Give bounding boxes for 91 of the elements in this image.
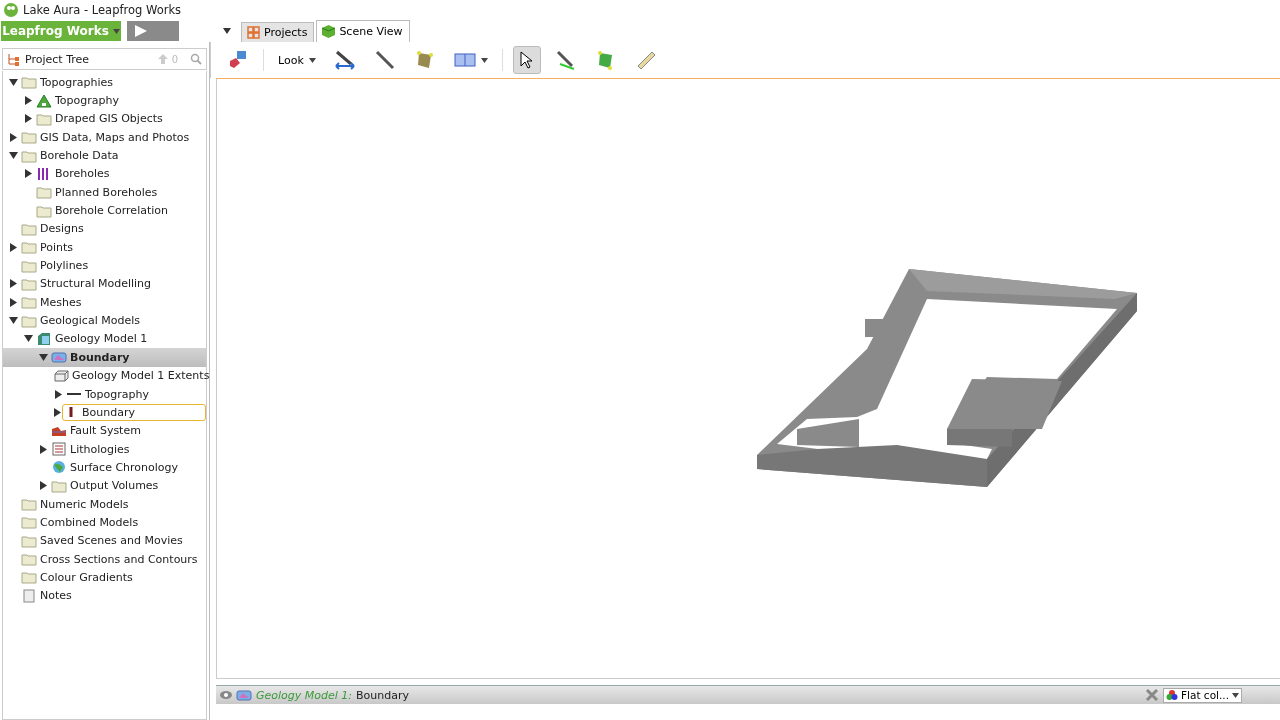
grid-icon: [247, 26, 260, 39]
slicer-icon: [333, 49, 356, 71]
tree-item[interactable]: Planned Boreholes: [35, 183, 163, 201]
cube-icon: [322, 25, 336, 38]
frog-logo-icon: [4, 3, 18, 17]
tree-item[interactable]: Topography: [65, 385, 154, 403]
expand-arrow-icon[interactable]: [24, 169, 33, 179]
selected-row[interactable]: Boundary: [3, 348, 206, 367]
folder-icon: [21, 130, 37, 145]
extents-icon: [53, 368, 69, 383]
folder-icon: [21, 497, 37, 512]
tree-icon: [7, 52, 21, 66]
caret-icon: [1232, 692, 1239, 698]
tree-item[interactable]: Surface Chronology: [50, 458, 184, 476]
tree-item[interactable]: GIS Data, Maps and Photos: [20, 128, 195, 146]
tree-item[interactable]: Borehole Data: [20, 147, 124, 165]
caret-icon: [308, 57, 316, 63]
tree-item[interactable]: Combined Models: [20, 513, 144, 531]
collapse-arrow-icon[interactable]: [9, 151, 18, 161]
tree-item[interactable]: Notes: [20, 587, 77, 605]
tree-item[interactable]: Meshes: [20, 293, 87, 311]
folder-icon: [21, 313, 37, 328]
caret-icon: [480, 57, 488, 63]
export-icon: [227, 49, 249, 71]
globe-icon: [51, 460, 67, 475]
tree-item[interactable]: Draped GIS Objects: [35, 110, 168, 128]
folder-icon: [21, 533, 37, 548]
tree-item[interactable]: Numeric Models: [20, 495, 134, 513]
tree-item[interactable]: Geology Model 1: [35, 330, 153, 348]
tree-item[interactable]: Designs: [20, 220, 89, 238]
boundary-icon: [51, 350, 67, 365]
expand-arrow-icon[interactable]: [9, 242, 18, 252]
tree-item[interactable]: Saved Scenes and Movies: [20, 532, 188, 550]
tab[interactable]: Scene View: [316, 20, 410, 42]
mountain-icon: [36, 93, 52, 108]
expand-arrow-icon[interactable]: [39, 481, 48, 491]
tab[interactable]: Projects: [241, 22, 315, 42]
tree-item[interactable]: Boreholes: [35, 165, 115, 183]
boundary-icon: [236, 688, 252, 702]
tree-item[interactable]: Geology Model 1 Extents: [52, 367, 215, 385]
tree-item[interactable]: Cross Sections and Contours: [20, 550, 203, 568]
folder-icon: [21, 570, 37, 585]
knife-icon: [373, 49, 396, 71]
tree-item[interactable]: Boundary: [50, 348, 135, 366]
cursor-icon: [519, 51, 534, 69]
folder-icon: [21, 75, 37, 90]
count-label: 0: [171, 53, 178, 65]
folder-icon: [21, 240, 37, 255]
expand-arrow-icon[interactable]: [39, 444, 48, 454]
list-icon: [51, 442, 67, 457]
object-name: Boundary: [356, 688, 411, 702]
folder-icon: [21, 276, 37, 291]
folder-icon: [21, 221, 37, 236]
split-view-icon: [453, 52, 476, 68]
eye-icon[interactable]: [220, 691, 232, 699]
tree-item[interactable]: Structural Modelling: [20, 275, 157, 293]
look-button[interactable]: Look: [274, 46, 320, 74]
folder-icon: [21, 515, 37, 530]
colour-mode-dropdown[interactable]: Flat col...: [1163, 687, 1242, 703]
tree-item[interactable]: Topography: [35, 92, 124, 109]
folder-icon: [51, 478, 67, 493]
close-icon[interactable]: [1145, 688, 1159, 702]
folder-icon: [36, 111, 52, 126]
folder-icon: [21, 552, 37, 567]
colour-circles-icon: [1166, 689, 1178, 701]
collapse-arrow-icon[interactable]: [9, 77, 18, 87]
tree-item[interactable]: Geological Models: [20, 312, 145, 330]
play-button[interactable]: [127, 21, 179, 41]
pen-line-icon: [554, 49, 577, 71]
tree-item[interactable]: Polylines: [20, 257, 94, 275]
folder-icon: [21, 295, 37, 310]
window-title: Lake Aura - Leapfrog Works: [23, 3, 182, 17]
tree-item[interactable]: Points: [20, 238, 79, 256]
folder-icon: [36, 203, 52, 218]
folder-icon: [21, 258, 37, 273]
dropdown-arrow-icon[interactable]: [223, 28, 231, 34]
notes-icon: [21, 588, 37, 603]
folder-icon: [36, 185, 52, 200]
tree-item[interactable]: Colour Gradients: [20, 568, 138, 586]
tree-item[interactable]: Boundary: [62, 403, 206, 421]
folder-icon: [21, 148, 37, 163]
caret-icon: [112, 28, 120, 34]
tree-item[interactable]: Output Volumes: [50, 477, 164, 495]
pointer-tool-button[interactable]: [512, 46, 541, 74]
geology-model-icon: [36, 332, 52, 346]
tree-item[interactable]: Borehole Correlation: [35, 202, 173, 220]
play-icon: [135, 25, 147, 37]
tree-item[interactable]: Lithologies: [50, 440, 135, 458]
tree-item[interactable]: Topographies: [20, 73, 119, 91]
tree-item[interactable]: Fault System: [50, 422, 146, 440]
panel-title: Project Tree: [25, 52, 91, 66]
